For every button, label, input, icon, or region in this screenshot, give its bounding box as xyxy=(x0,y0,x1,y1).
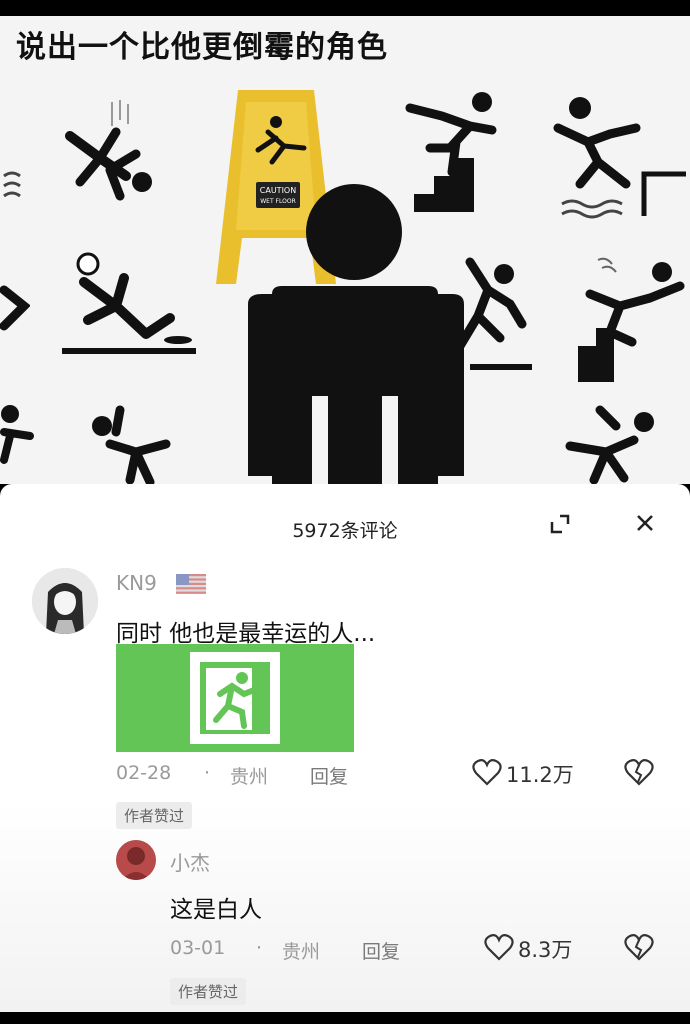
heart-icon xyxy=(484,933,514,965)
bottom-black-bar xyxy=(0,1012,690,1024)
top-black-bar xyxy=(0,0,690,16)
comment-username[interactable]: KN9 xyxy=(116,571,157,595)
reply-button[interactable]: 回复 xyxy=(362,937,400,964)
like-button[interactable]: 11.2万 xyxy=(472,758,574,790)
avatar[interactable] xyxy=(116,840,156,880)
close-icon[interactable] xyxy=(630,508,660,538)
falling-person-icon xyxy=(0,396,40,466)
falling-person-icon xyxy=(80,396,190,484)
dot-separator: · xyxy=(204,762,211,784)
stairs-fall-icon xyxy=(570,246,690,386)
wave-lines-icon xyxy=(0,166,40,206)
falling-person-icon xyxy=(560,396,680,484)
author-liked-badge: 作者赞过 xyxy=(170,978,247,1005)
author-liked-badge: 作者赞过 xyxy=(116,802,193,829)
slip-water-icon xyxy=(540,86,690,226)
comment-location: 贵州 xyxy=(230,766,269,788)
post-title: 说出一个比他更倒霉的角色 xyxy=(16,30,388,65)
reply-location: 贵州 xyxy=(282,941,321,963)
us-flag-icon xyxy=(176,574,206,594)
reply-username[interactable]: 小杰 xyxy=(170,847,210,876)
comments-count-title: 5972条评论 xyxy=(292,520,398,542)
broken-heart-icon[interactable] xyxy=(624,933,654,963)
heart-icon xyxy=(472,758,502,790)
comments-panel: 5972条评论 KN9 同时 他也是最幸运的人... 02-28 · 贵州 回复… xyxy=(0,484,690,1012)
slip-floor-icon xyxy=(60,236,200,366)
like-count: 11.2万 xyxy=(506,763,574,787)
reply-date: 03-01 xyxy=(170,937,226,959)
falling-person-icon xyxy=(0,276,30,336)
reply-text: 这是白人 xyxy=(170,897,262,923)
comment-text: 同时 他也是最幸运的人... xyxy=(116,621,376,647)
emergency-exit-image[interactable] xyxy=(116,644,354,752)
expand-icon[interactable] xyxy=(546,510,574,538)
dot-separator: · xyxy=(256,937,263,959)
like-button[interactable]: 8.3万 xyxy=(484,933,572,965)
falling-person-icon xyxy=(50,96,170,206)
post-image: 说出一个比他更倒霉的角色 CAUTION WET FLOOR xyxy=(0,16,690,484)
reply-button[interactable]: 回复 xyxy=(310,762,348,789)
comment-date: 02-28 xyxy=(116,762,172,784)
avatar[interactable] xyxy=(32,568,98,634)
standing-person-silhouette xyxy=(232,176,478,484)
like-count: 8.3万 xyxy=(518,938,573,962)
broken-heart-icon[interactable] xyxy=(624,758,654,788)
